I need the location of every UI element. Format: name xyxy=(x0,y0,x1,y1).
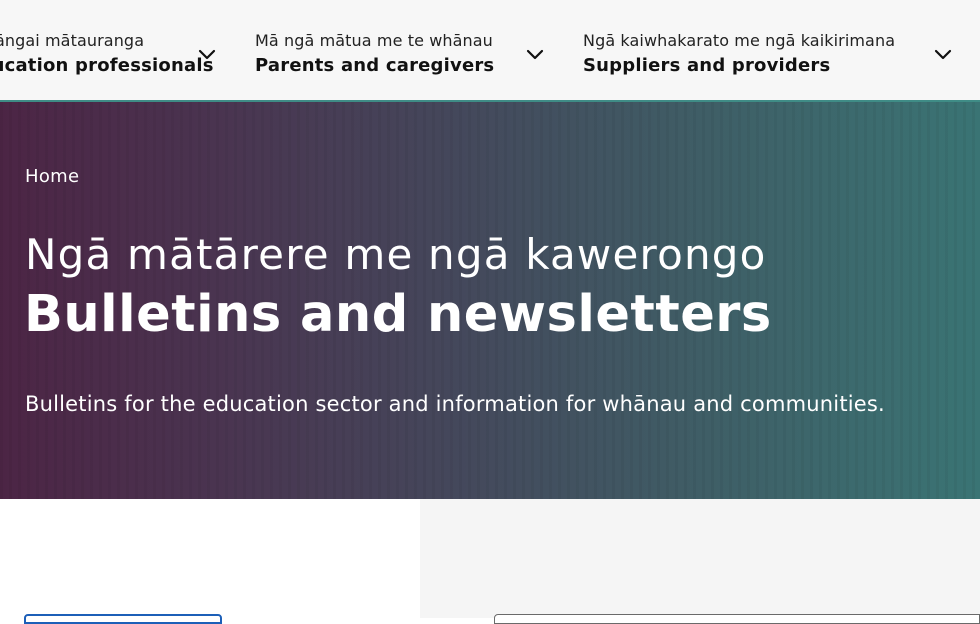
primary-button[interactable] xyxy=(24,614,222,624)
search-field[interactable] xyxy=(494,614,980,624)
nav-item-text: Ngā kaiwhakarato me ngā kaikirimana Supp… xyxy=(583,30,895,80)
chevron-down-icon[interactable] xyxy=(933,47,953,61)
nav-item-text: Mā ngā mātua me te whānau Parents and ca… xyxy=(255,30,494,80)
chevron-down-icon[interactable] xyxy=(197,47,217,61)
top-navigation: Te rāngai mātauranga Education professio… xyxy=(0,0,980,102)
nav-item-education-professionals[interactable]: Te rāngai mātauranga Education professio… xyxy=(0,30,214,80)
chevron-down-icon[interactable] xyxy=(525,47,545,61)
nav-item-label: Education professionals xyxy=(0,55,214,76)
page-description: Bulletins for the education sector and i… xyxy=(25,392,885,416)
nav-item-parents-caregivers[interactable]: Mā ngā mātua me te whānau Parents and ca… xyxy=(255,30,494,80)
nav-item-label: Parents and caregivers xyxy=(255,55,495,76)
nav-item-text: Te rāngai mātauranga Education professio… xyxy=(0,30,214,80)
page-title-maori: Ngā mātārere me ngā kawerongo xyxy=(25,230,767,279)
content-left-panel xyxy=(0,499,420,618)
breadcrumb-home[interactable]: Home xyxy=(25,166,79,187)
nav-item-subtitle: Te rāngai mātauranga xyxy=(0,31,145,50)
nav-item-subtitle: Mā ngā mātua me te whānau xyxy=(255,31,493,50)
content-right-panel xyxy=(420,499,980,618)
nav-item-suppliers-providers[interactable]: Ngā kaiwhakarato me ngā kaikirimana Supp… xyxy=(583,30,895,80)
hero-banner: Home Ngā mātārere me ngā kawerongo Bulle… xyxy=(0,102,980,499)
page-title: Bulletins and newsletters xyxy=(24,285,772,344)
nav-item-subtitle: Ngā kaiwhakarato me ngā kaikirimana xyxy=(583,31,896,50)
nav-item-label: Suppliers and providers xyxy=(583,55,831,76)
